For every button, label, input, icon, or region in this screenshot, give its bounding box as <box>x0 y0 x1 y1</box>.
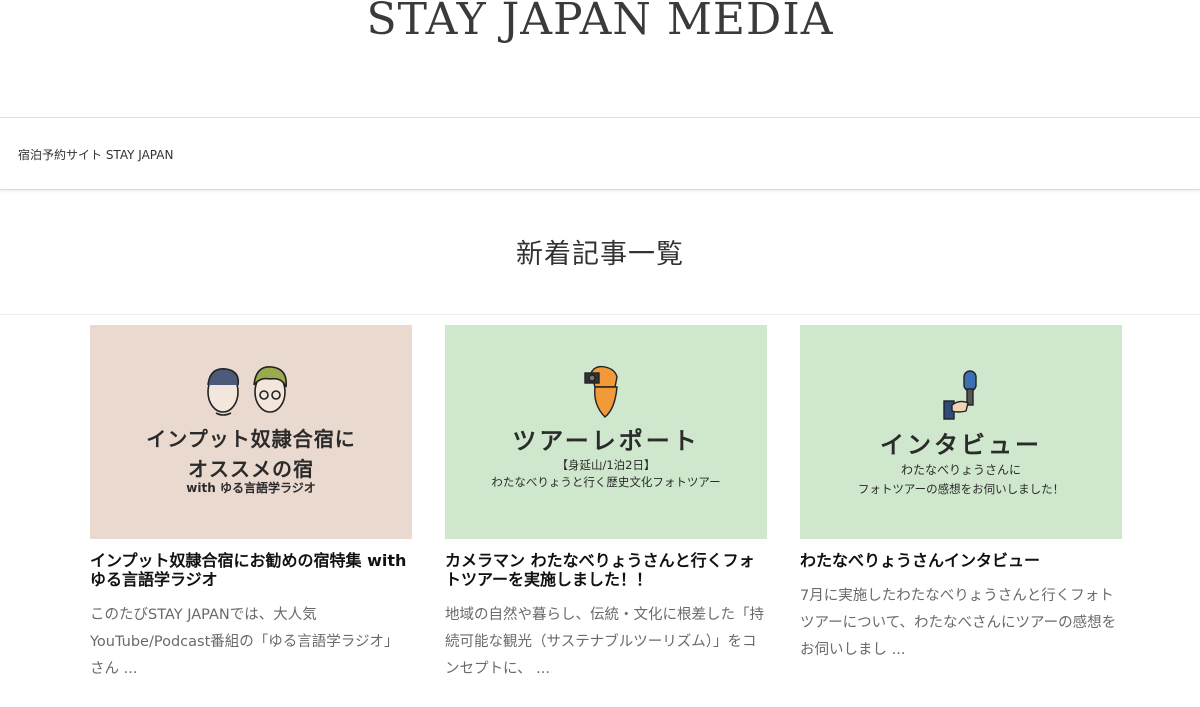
thumbnail-subheading-line-1: 【身延山/1泊2日】 <box>556 458 656 472</box>
article-excerpt: このたびSTAY JAPANでは、大人気YouTube/Podcast番組の「ゆ… <box>90 607 399 677</box>
thumbnail-heading-line-2: オススメの宿 <box>188 457 314 481</box>
site-title[interactable]: STAY JAPAN MEDIA <box>0 0 1200 45</box>
section-divider <box>0 314 1200 315</box>
site-header: STAY JAPAN MEDIA <box>0 0 1200 118</box>
nav-bar: 宿泊予約サイト STAY JAPAN <box>0 118 1200 190</box>
section-title: 新着記事一覧 <box>516 239 684 270</box>
article-thumbnail[interactable]: ツアーレポート 【身延山/1泊2日】 わたなべりょうと行く歴史文化フォトツアー <box>445 325 767 539</box>
thumbnail-subheading: with ゆる言語学ラジオ <box>186 481 316 495</box>
thumbnail-subheading-line-1: わたなべりょうさんに <box>900 463 1021 477</box>
article-card[interactable]: インタビュー わたなべりょうさんに フォトツアーの感想をお伺いしました！ わたな… <box>800 325 1122 664</box>
thumbnail-heading: ツアーレポート <box>512 427 700 455</box>
thumbnail-subheading-line-2: フォトツアーの感想をお伺いしました！ <box>857 482 1065 496</box>
thumbnail-heading: インタビュー <box>880 431 1042 459</box>
article-thumbnail[interactable]: インタビュー わたなべりょうさんに フォトツアーの感想をお伺いしました！ <box>800 325 1122 539</box>
article-thumbnail[interactable]: インプット奴隷合宿に オススメの宿 with ゆる言語学ラジオ <box>90 325 412 539</box>
nav-link-stay-japan[interactable]: 宿泊予約サイト STAY JAPAN <box>18 146 173 163</box>
article-title[interactable]: わたなべりょうさんインタビュー <box>800 551 1122 570</box>
thumbnail-subheading-line-2: わたなべりょうと行く歴史文化フォトツアー <box>491 475 721 489</box>
article-title[interactable]: インプット奴隷合宿にお勧めの宿特集 with ゆる言語学ラジオ <box>90 551 412 589</box>
article-card[interactable]: インプット奴隷合宿に オススメの宿 with ゆる言語学ラジオ インプット奴隷合… <box>90 325 412 683</box>
thumbnail-heading-line-1: インプット奴隷合宿に <box>146 427 356 451</box>
article-excerpt: 7月に実施したわたなべりょうさんと行くフォトツアーについて、わたなべさんにツアー… <box>800 588 1117 658</box>
article-card[interactable]: ツアーレポート 【身延山/1泊2日】 わたなべりょうと行く歴史文化フォトツアー … <box>445 325 767 683</box>
article-excerpt: 地域の自然や暮らし、伝統・文化に根差した「持続可能な観光（サステナブルツーリズム… <box>445 607 764 677</box>
article-title[interactable]: カメラマン わたなべりょうさんと行くフォトツアーを実施しました！！ <box>445 551 767 589</box>
